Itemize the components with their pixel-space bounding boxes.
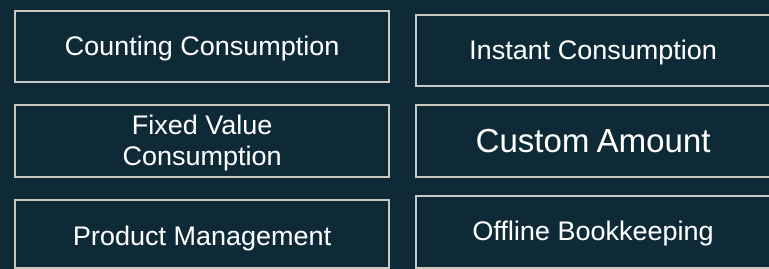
instant-consumption-button[interactable]: Instant Consumption [415,14,769,87]
product-management-button[interactable]: Product Management [14,199,390,269]
custom-amount-label: Custom Amount [475,122,711,160]
instant-consumption-label: Instant Consumption [469,34,717,65]
offline-bookkeeping-button[interactable]: Offline Bookkeeping [415,195,769,269]
counting-consumption-button[interactable]: Counting Consumption [14,10,390,83]
offline-bookkeeping-label: Offline Bookkeeping [472,216,714,247]
custom-amount-button[interactable]: Custom Amount [415,104,769,178]
fixed-value-consumption-label: Fixed Value Consumption [122,109,282,171]
counting-consumption-label: Counting Consumption [64,30,340,61]
product-management-label: Product Management [72,221,332,252]
fixed-value-consumption-button[interactable]: Fixed Value Consumption [14,104,390,178]
